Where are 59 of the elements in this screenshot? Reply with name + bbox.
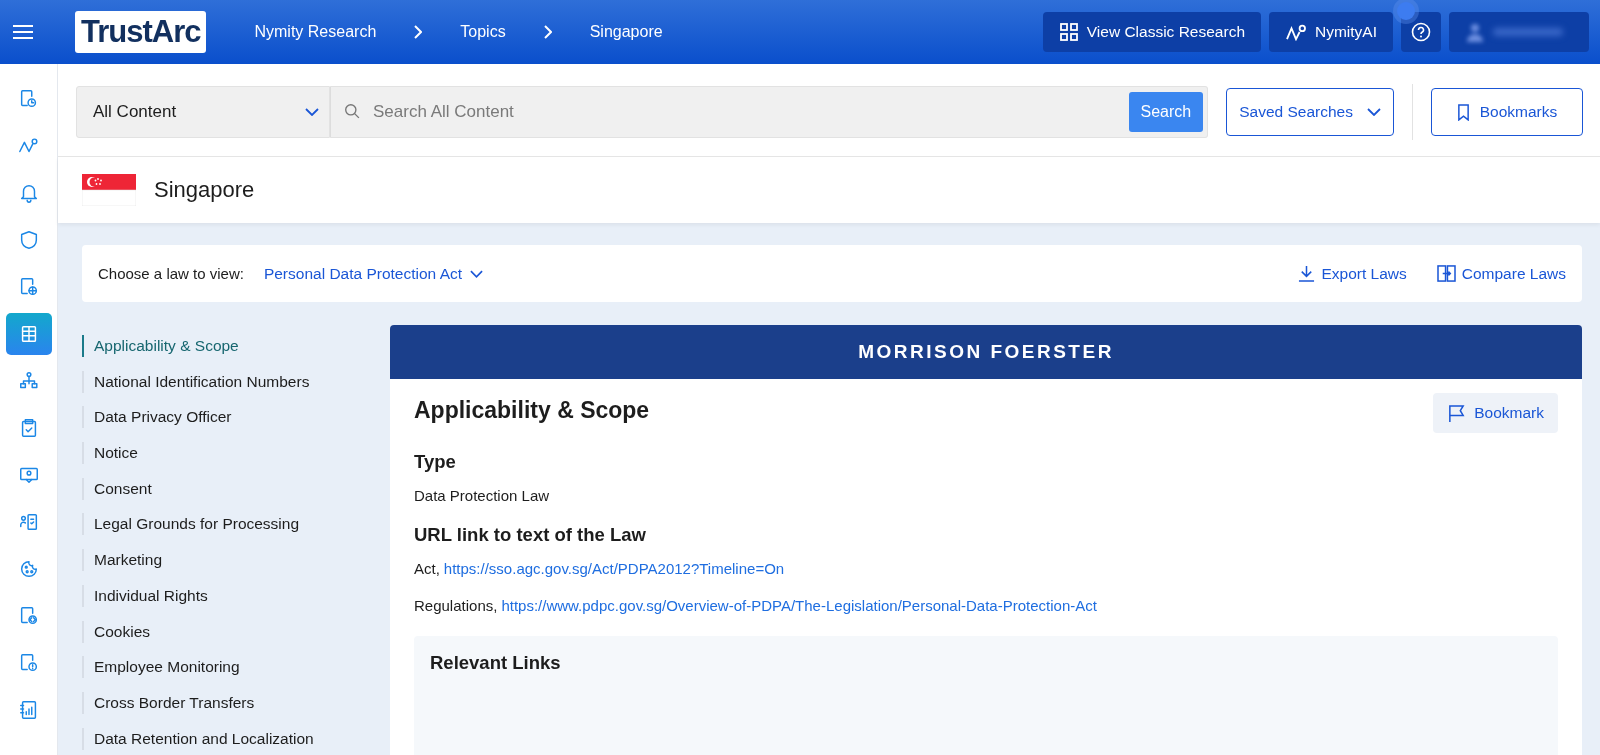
notification-dot [1397,2,1415,20]
publisher-logo: MORRISON FOERSTER [858,341,1114,363]
caret-icon [1367,108,1381,116]
law-link[interactable]: https://sso.agc.gov.sg/Act/PDPA2012?Timeline=On [443,560,785,577]
breadcrumb-link[interactable]: Nymity Research [254,23,377,41]
topic-link[interactable]: Individual Rights [82,584,386,607]
law-label: Choose a law to view: [98,265,244,282]
sidebar-item[interactable] [5,313,52,355]
breadcrumb-link[interactable]: Topics [460,23,506,41]
topic-link[interactable]: Marketing [82,549,386,572]
ai-button[interactable]: NymityAI [1269,12,1393,52]
route-icon [1285,23,1307,41]
section-text: Act, https://sso.agc.gov.sg/Act/PDPA2012?Timeline=On [414,560,786,577]
user-menu-button[interactable] [1449,12,1589,52]
section-heading: URL link to text of the Law [414,524,647,546]
topic-link[interactable]: Cross Border Transfers [82,691,386,714]
menu-icon[interactable] [13,24,33,40]
law-dropdown[interactable]: Personal Data Protection Act [263,264,484,283]
chevron-icon [414,25,423,39]
topic-link[interactable]: Data Retention and Localization [82,727,386,750]
blurred-name [1493,28,1563,36]
help-button[interactable] [1401,12,1441,52]
breadcrumb-link[interactable]: Singapore [589,23,663,41]
flag-icon [1447,403,1467,423]
section-text: Data Protection Law [414,487,551,504]
topic-link[interactable]: Legal Grounds for Processing [82,513,386,536]
topic-link[interactable]: Data Privacy Officer [82,406,386,429]
caret-icon [305,108,319,116]
compare-laws-button[interactable]: Compare Laws [1436,264,1566,283]
bookmarks-button[interactable]: Bookmarks [1431,88,1583,136]
topic-link[interactable]: Employee Monitoring [82,656,386,679]
topic-link[interactable]: National Identification Numbers [82,370,386,393]
person-list-icon [17,511,40,533]
topic-link[interactable]: Consent [82,477,386,500]
search-button[interactable]: Search [1128,92,1204,132]
topic-link[interactable]: Notice [82,442,386,465]
caret-icon [470,269,484,278]
singapore-flag-icon [82,174,136,206]
topic-link[interactable]: Applicability & Scope [82,335,386,357]
saved-searches-dropdown[interactable]: Saved Searches [1226,88,1394,136]
bookmark-icon [1456,103,1470,121]
topic-link[interactable]: Cookies [82,620,386,643]
chevron-icon [543,25,552,39]
scope-dropdown[interactable]: All Content [76,86,330,138]
logo[interactable]: TrustArc [75,11,207,53]
export-laws-button[interactable]: Export Laws [1298,264,1407,283]
help-icon [1411,22,1431,42]
bookmark-button[interactable]: Bookmark [1433,393,1558,433]
compare-icon [1436,265,1456,282]
classic-research-button[interactable]: View Classic Research [1042,12,1261,52]
country-title: Singapore [154,177,255,203]
law-link[interactable]: https://www.pdpc.gov.sg/Overview-of-PDPA/The-Legislation/Personal-Data-Protection-Act [501,597,1097,614]
section-text: Regulations, https://www.pdpc.gov.sg/Overview-of-PDPA/The-Legislation/Personal-Data-Protection-Act [414,597,1098,614]
article-title: Applicability & Scope [414,397,650,424]
section-heading: Type [414,451,457,473]
grid-icon [1058,22,1079,42]
avatar-icon [1465,22,1485,42]
panel-heading: Relevant Links [430,652,562,674]
download-icon [1298,265,1316,282]
